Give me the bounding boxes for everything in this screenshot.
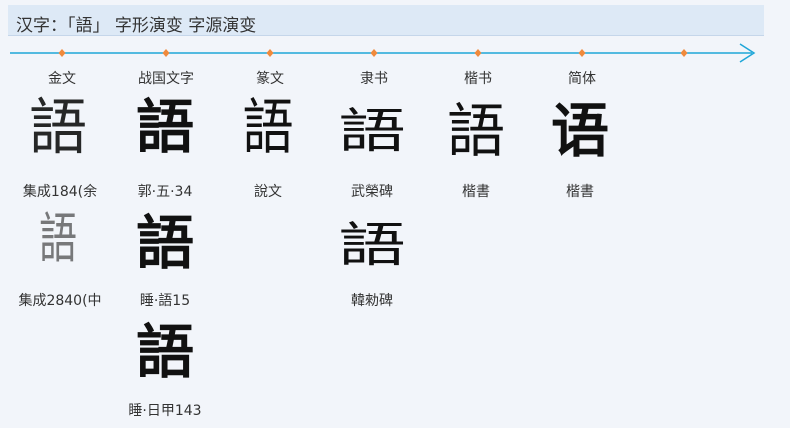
glyph-source-label: 集成2840(中 [18,293,102,309]
timeline-marker [474,49,482,57]
glyph-image[interactable]: 語 [120,98,210,156]
glyph-source-label: 韓勑碑 [351,293,393,309]
glyph-source-label: 睡·日甲143 [128,403,202,419]
glyph-image[interactable]: 语 [535,102,625,160]
timeline-marker [58,49,66,57]
page-title: 汉字：「語」 字形演变 字源演变 [16,16,257,36]
timeline-marker [162,49,170,57]
glyph-image[interactable]: 語 [13,97,103,158]
glyph-source-label: 郭·五·34 [137,184,193,200]
glyph-image[interactable]: 語 [120,214,210,272]
glyph-image[interactable]: 語 [318,222,426,270]
glyph-image[interactable]: 語 [120,323,210,381]
glyph-source-label: 集成184(余 [22,184,98,200]
glyph-source-label: 武榮碑 [351,184,393,200]
glyph-source-label: 睡·語15 [139,293,191,309]
timeline [10,43,756,63]
glyph-image[interactable]: 語 [431,102,521,160]
era-label-jinwen: 金文 [48,71,76,87]
era-label-lishu: 隶书 [360,71,388,87]
era-label-zhanguo: 战国文字 [138,71,194,87]
glyph-source-label: 楷書 [462,184,490,200]
era-label-zhuanwen: 篆文 [256,71,284,87]
timeline-marker [578,49,586,57]
timeline-marker [370,49,378,57]
era-label-kaishu: 楷书 [464,71,492,87]
glyph-image[interactable]: 語 [318,108,426,156]
glyph-image[interactable]: 語 [230,98,307,158]
title-bar: 汉字：「語」 字形演变 字源演变 [8,5,764,36]
glyph-image[interactable]: 語 [27,212,90,266]
timeline-marker [680,49,688,57]
glyph-source-label: 楷書 [566,184,594,200]
glyph-source-label: 說文 [254,184,282,200]
era-label-jianti: 简体 [568,71,596,87]
timeline-marker [266,49,274,57]
